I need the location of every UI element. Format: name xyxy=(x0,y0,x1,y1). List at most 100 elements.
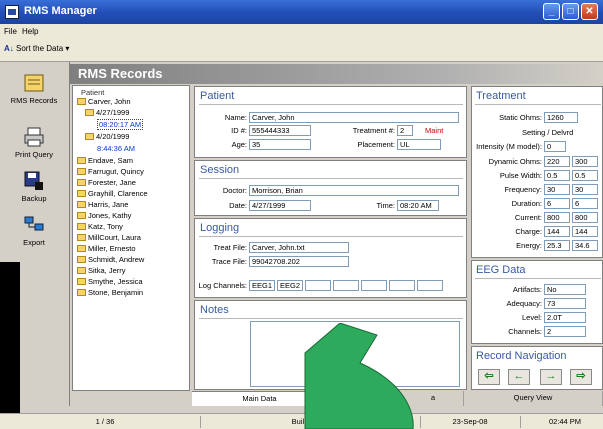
name-field[interactable]: Carver, John xyxy=(249,112,459,123)
arrow-left-icon: ← xyxy=(513,370,525,382)
treat-file-field[interactable]: Carver, John.txt xyxy=(249,242,349,253)
patient-tree[interactable]: Patient Carver, John 4/27/1999 08:20:17 … xyxy=(72,85,190,391)
folder-icon xyxy=(77,168,86,175)
treatment-delivered-field[interactable]: 144 xyxy=(572,226,598,237)
tree-item-patient[interactable]: Farrugut, Quincy xyxy=(77,167,144,176)
tree-item-patient[interactable]: Katz, Tony xyxy=(77,222,123,231)
title-bar[interactable]: RMS Manager _ □ ✕ xyxy=(0,0,603,24)
channels-field[interactable]: 2 xyxy=(544,326,586,337)
tree-item-patient[interactable]: Smythe, Jessica xyxy=(77,277,143,286)
folder-icon xyxy=(77,289,86,296)
tree-item-patient[interactable]: Schmidt, Andrew xyxy=(77,255,144,264)
last-record-button[interactable]: ⇨ xyxy=(570,369,592,385)
treatment-row-label: Energy: xyxy=(516,241,542,250)
treatment-delivered-field[interactable]: 300 xyxy=(572,156,598,167)
tree-item-time1[interactable]: 08:20:17 AM xyxy=(97,119,144,130)
background-dark-region xyxy=(0,262,20,413)
tree-item-patient[interactable]: Jones, Kathy xyxy=(77,211,131,220)
treatment-setting-field[interactable]: 220 xyxy=(544,156,570,167)
tree-item-patient[interactable]: Sitka, Jerry xyxy=(77,266,126,275)
tree-item-patient[interactable]: Endave, Sam xyxy=(77,156,133,165)
tree-item-patient[interactable]: Stone, Benjamin xyxy=(77,288,143,297)
treatment-setting-field[interactable]: 144 xyxy=(544,226,570,237)
placement-field[interactable]: UL xyxy=(397,139,441,150)
age-field[interactable]: 35 xyxy=(249,139,311,150)
menu-file[interactable]: File xyxy=(4,27,17,36)
tree-item-patient[interactable]: Harris, Jane xyxy=(77,200,128,209)
tree-header: Patient xyxy=(81,88,105,97)
menu-help[interactable]: Help xyxy=(22,27,38,36)
log-channel-3[interactable] xyxy=(305,280,331,291)
maint-badge: Maint xyxy=(425,126,444,135)
channels-label: Channels: xyxy=(508,327,542,336)
tree-item-time2[interactable]: 8:44:36 AM xyxy=(97,144,135,153)
next-record-button[interactable]: → xyxy=(540,369,562,385)
tree-item-label: Carver, John xyxy=(88,97,131,106)
tree-item-date1[interactable]: 4/27/1999 xyxy=(85,108,129,117)
sort-button[interactable]: A↓ Sort the Data ▾ xyxy=(4,44,69,53)
static-ohms-field[interactable]: 1260 xyxy=(544,112,578,123)
treatment-delivered-field[interactable]: 34.6 xyxy=(572,240,598,251)
log-channel-5[interactable] xyxy=(361,280,387,291)
arrow-right-icon: → xyxy=(545,370,557,382)
log-channel-6[interactable] xyxy=(389,280,415,291)
log-channel-1[interactable]: EEG1 xyxy=(249,280,275,291)
sidebar-item-print-query[interactable]: Print Query xyxy=(4,126,64,159)
adequacy-field[interactable]: 73 xyxy=(544,298,586,309)
minimize-button[interactable]: _ xyxy=(543,3,560,20)
time-label: Time: xyxy=(376,201,395,210)
tree-item-patient[interactable]: Grayhill, Clarence xyxy=(77,189,148,198)
treatment-delivered-field[interactable]: 30 xyxy=(572,184,598,195)
first-record-button[interactable]: ⇦ xyxy=(478,369,500,385)
level-field[interactable]: 2.0T xyxy=(544,312,586,323)
tree-item-patient[interactable]: MillCourt, Laura xyxy=(77,233,141,242)
treatment-setting-field[interactable]: 800 xyxy=(544,212,570,223)
patient-title: Patient xyxy=(200,90,235,102)
doctor-field[interactable]: Morrison, Brian xyxy=(249,185,459,196)
treatment-setting-field[interactable]: 30 xyxy=(544,184,570,195)
status-time: 02:44 PM xyxy=(548,417,582,426)
tree-item-label: 4/27/1999 xyxy=(96,108,130,117)
prev-record-button[interactable]: ← xyxy=(508,369,530,385)
divider xyxy=(199,236,463,237)
date-field[interactable]: 4/27/1999 xyxy=(249,200,311,211)
tree-item-label: Grayhill, Clarence xyxy=(88,189,148,198)
time-field[interactable]: 08:20 AM xyxy=(397,200,439,211)
id-field[interactable]: 555444333 xyxy=(249,125,311,136)
tree-item-patient[interactable]: Forester, Jane xyxy=(77,178,136,187)
toolbar: A↓ Sort the Data ▾ xyxy=(0,40,603,62)
treatment-delivered-field[interactable]: 6 xyxy=(572,198,598,209)
tab-query-view[interactable]: Query View xyxy=(464,391,603,406)
record-counter: 1 / 36 xyxy=(95,417,115,426)
artifacts-field[interactable]: No xyxy=(544,284,586,295)
treatment-setting-field[interactable]: 6 xyxy=(544,198,570,209)
sidebar-item-records[interactable]: RMS Records xyxy=(4,72,64,105)
sidebar-item-label: Export xyxy=(23,238,45,247)
log-channel-2[interactable]: EEG2 xyxy=(277,280,303,291)
close-button[interactable]: ✕ xyxy=(581,3,598,20)
treatment-setting-field[interactable]: 0.5 xyxy=(544,170,570,181)
maximize-button[interactable]: □ xyxy=(562,3,579,20)
session-panel: Session Doctor: Morrison, Brian Date: 4/… xyxy=(194,160,467,216)
tree-item-label: 8:44:36 AM xyxy=(97,144,135,153)
eeg-title: EEG Data xyxy=(476,264,526,276)
divider xyxy=(199,104,463,105)
log-channel-4[interactable] xyxy=(333,280,359,291)
treatment-delivered-field[interactable]: 800 xyxy=(572,212,598,223)
tree-item-root[interactable]: Carver, John xyxy=(77,97,131,106)
tree-item-label: Sitka, Jerry xyxy=(88,266,126,275)
treatment-number-field[interactable]: 2 xyxy=(397,125,413,136)
treatment-delivered-field[interactable]: 0.5 xyxy=(572,170,598,181)
treatment-setting-field[interactable]: 25.3 xyxy=(544,240,570,251)
trace-file-field[interactable]: 99042708.202 xyxy=(249,256,349,267)
sidebar-item-export[interactable]: Export xyxy=(4,214,64,247)
sidebar-item-backup[interactable]: Backup xyxy=(4,170,64,203)
log-channel-7[interactable] xyxy=(417,280,443,291)
intensity-field[interactable]: 0 xyxy=(544,141,566,152)
adequacy-label: Adequacy: xyxy=(506,299,542,308)
tree-item-date2[interactable]: 4/20/1999 xyxy=(85,132,129,141)
divider xyxy=(475,104,601,105)
tree-item-patient[interactable]: Miller, Ernesto xyxy=(77,244,136,253)
treatment-row-label: Charge: xyxy=(515,227,542,236)
window-title: RMS Manager xyxy=(24,5,97,17)
